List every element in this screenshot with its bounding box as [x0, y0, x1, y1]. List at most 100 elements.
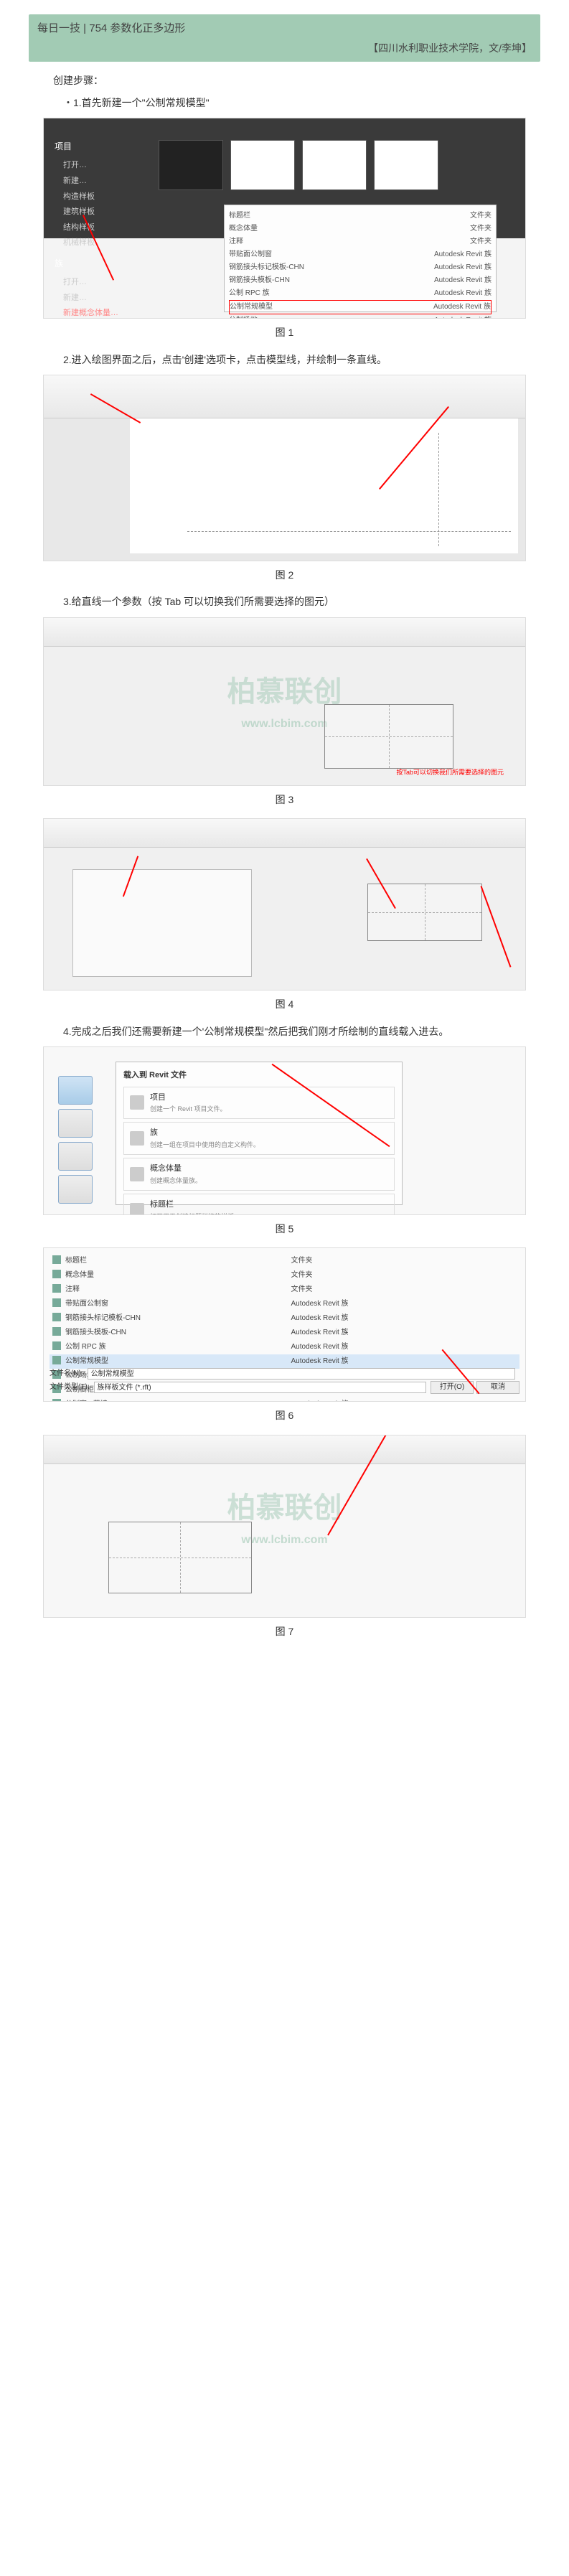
fig1-panel-item: 新建…	[55, 174, 148, 189]
file-icon	[52, 1313, 61, 1321]
fig1-dialog-row: 注释文件夹	[229, 235, 492, 248]
fig1-family-title: 族	[55, 257, 148, 271]
figure-5-caption: 图 5	[43, 1221, 526, 1237]
fig5-dialog-title: 载入到 Revit 文件	[123, 1069, 395, 1082]
figure-2	[43, 375, 526, 561]
fig7-toolbar	[44, 1435, 525, 1464]
fig1-dialog-row: 标题栏文件夹	[229, 210, 492, 223]
fig1-dialog-row: 公制 RPC 族Autodesk Revit 族	[229, 287, 492, 300]
fig6-list-row: 钢筋接头标记模板-CHNAutodesk Revit 族	[50, 1311, 519, 1326]
fig1-preview-thumbs	[159, 140, 438, 190]
titleblock-icon	[130, 1203, 144, 1214]
fig1-panel-item: 新建概念体量…	[55, 306, 148, 319]
fig6-list-row: 概念体量文件夹	[50, 1268, 519, 1283]
step-3-text: 3.给直线一个参数（按 Tab 可以切换我们所需要选择的图元）	[43, 594, 526, 609]
fig2-ref-line	[187, 531, 511, 532]
step-1-text: ・1.首先新建一个"公制常规模型"	[43, 95, 526, 111]
fig3-toolbar	[44, 618, 525, 647]
folder-icon	[52, 1284, 61, 1293]
fig1-panel-item: 打开…	[55, 275, 148, 291]
figure-7: 柏慕联创 www.lcbim.com	[43, 1435, 526, 1618]
fig1-dialog-row: 概念体量文件夹	[229, 223, 492, 235]
file-icon	[52, 1327, 61, 1336]
file-icon	[52, 1298, 61, 1307]
fig3-drawing-box	[324, 704, 453, 769]
fig1-panel-item: 新建…	[55, 291, 148, 306]
article-title: 每日一技 | 754 参数化正多边形	[37, 20, 532, 37]
fig5-new-dialog: 载入到 Revit 文件 项目创建一个 Revit 项目文件。 族创建一组在项目…	[116, 1062, 403, 1205]
file-icon	[52, 1341, 61, 1350]
fig1-file-dialog: 标题栏文件夹 概念体量文件夹 注释文件夹 带贴面公制窗Autodesk Revi…	[224, 205, 497, 312]
fig1-project-title: 项目	[55, 140, 148, 154]
fig2-ref-line	[438, 433, 439, 546]
fig5-dialog-item: 标题栏打开用于创建标题栏族的样板。	[123, 1194, 395, 1214]
fig6-list-row: 带贴面公制窗Autodesk Revit 族	[50, 1297, 519, 1311]
fig1-dialog-row: 钢筋接头模板-CHNAutodesk Revit 族	[229, 274, 492, 287]
fig4-properties-panel	[72, 869, 252, 977]
file-icon	[52, 1356, 61, 1364]
fig4-toolbar	[44, 819, 525, 848]
fig1-panel-item: 构造样板	[55, 189, 148, 205]
fig5-dialog-item: 族创建一组在项目中使用的自定义构件。	[123, 1122, 395, 1155]
step-4-text: 4.完成之后我们还需要新建一个'公制常规模型"然后把我们刚才所绘制的直线载入进去…	[43, 1024, 526, 1039]
fig1-panel-item: 建筑样板	[55, 205, 148, 220]
fig5-menu-button	[58, 1175, 93, 1204]
family-icon	[130, 1131, 144, 1146]
fig2-toolbar	[44, 375, 525, 418]
project-icon	[130, 1095, 144, 1110]
fig1-dialog-row-highlighted: 公制常规模型Autodesk Revit 族	[229, 300, 492, 314]
fig5-menu-button	[58, 1142, 93, 1171]
fig1-panel-item: 结构样板	[55, 220, 148, 236]
figure-3-caption: 图 3	[43, 792, 526, 807]
fig3-ref-line	[325, 736, 453, 737]
figure-7-caption: 图 7	[43, 1624, 526, 1639]
fig5-dialog-item: 项目创建一个 Revit 项目文件。	[123, 1087, 395, 1120]
fig1-thumb	[302, 140, 367, 190]
figure-1: 项目 打开… 新建… 构造样板 建筑样板 结构样板 机械样板 族 打开… 新建……	[43, 118, 526, 319]
fig6-list-row: 标题栏文件夹	[50, 1254, 519, 1268]
fig1-thumb	[230, 140, 295, 190]
file-icon	[52, 1399, 61, 1402]
fig5-app-menu	[58, 1076, 101, 1208]
figure-5: 载入到 Revit 文件 项目创建一个 Revit 项目文件。 族创建一组在项目…	[43, 1046, 526, 1215]
fig6-list-row: 公制 RPC 族Autodesk Revit 族	[50, 1340, 519, 1354]
fig5-menu-button	[58, 1076, 93, 1105]
fig6-filename-label: 文件名(N):	[50, 1368, 83, 1380]
fig1-dialog-row: 带贴面公制窗Autodesk Revit 族	[229, 248, 492, 261]
folder-icon	[52, 1255, 61, 1264]
fig2-canvas	[130, 418, 518, 553]
figure-1-caption: 图 1	[43, 324, 526, 340]
figure-4	[43, 818, 526, 990]
fig1-panel-item: 打开…	[55, 158, 148, 174]
step-2-text: 2.进入绘图界面之后，点击'创建'选项卡，点击模型线，并绘制一条直线。	[43, 352, 526, 367]
fig1-thumb	[159, 140, 223, 190]
figure-6-caption: 图 6	[43, 1408, 526, 1423]
fig1-dialog-row: 公制场地Autodesk Revit 族	[229, 314, 492, 319]
figure-2-caption: 图 2	[43, 567, 526, 583]
article-content: 创建步骤： ・1.首先新建一个"公制常规模型" 项目 打开… 新建… 构造样板 …	[0, 72, 569, 1639]
figure-4-caption: 图 4	[43, 996, 526, 1012]
fig4-ref-line	[368, 912, 481, 913]
fig1-dialog-row: 钢筋接头标记模板-CHNAutodesk Revit 族	[229, 261, 492, 274]
fig1-side-panel: 项目 打开… 新建… 构造样板 建筑样板 结构样板 机械样板 族 打开… 新建……	[55, 140, 148, 319]
folder-icon	[52, 1270, 61, 1278]
fig6-dialog-footer: 文件名(N): 公制常规模型 文件类型(T): 族样板文件 (*.rft) 打开…	[50, 1367, 519, 1395]
fig6-open-button: 打开(O)	[431, 1381, 474, 1394]
mass-icon	[130, 1167, 144, 1181]
fig3-red-note: 按Tab可以切换我们所需要选择的图元	[396, 767, 504, 777]
red-arrow-annotation	[481, 886, 512, 967]
fig7-drawing-box	[108, 1522, 252, 1593]
fig1-panel-item: 机械样板	[55, 235, 148, 251]
article-subtitle: 【四川水利职业技术学院，文/李坤】	[37, 40, 532, 56]
fig6-list-row: 钢筋接头模板-CHNAutodesk Revit 族	[50, 1326, 519, 1340]
article-header: 每日一技 | 754 参数化正多边形 【四川水利职业技术学院，文/李坤】	[29, 14, 540, 62]
fig6-filetype-input: 族样板文件 (*.rft)	[94, 1382, 426, 1393]
fig6-filename-input: 公制常规模型	[88, 1368, 515, 1380]
fig1-thumb	[374, 140, 438, 190]
fig5-dialog-item: 概念体量创建概念体量族。	[123, 1158, 395, 1191]
fig6-list-row: 注释文件夹	[50, 1283, 519, 1297]
steps-heading: 创建步骤：	[43, 72, 526, 88]
fig5-menu-button	[58, 1109, 93, 1138]
fig6-filetype-label: 文件类型(T):	[50, 1382, 90, 1393]
fig6-cancel-button: 取消	[476, 1381, 519, 1394]
